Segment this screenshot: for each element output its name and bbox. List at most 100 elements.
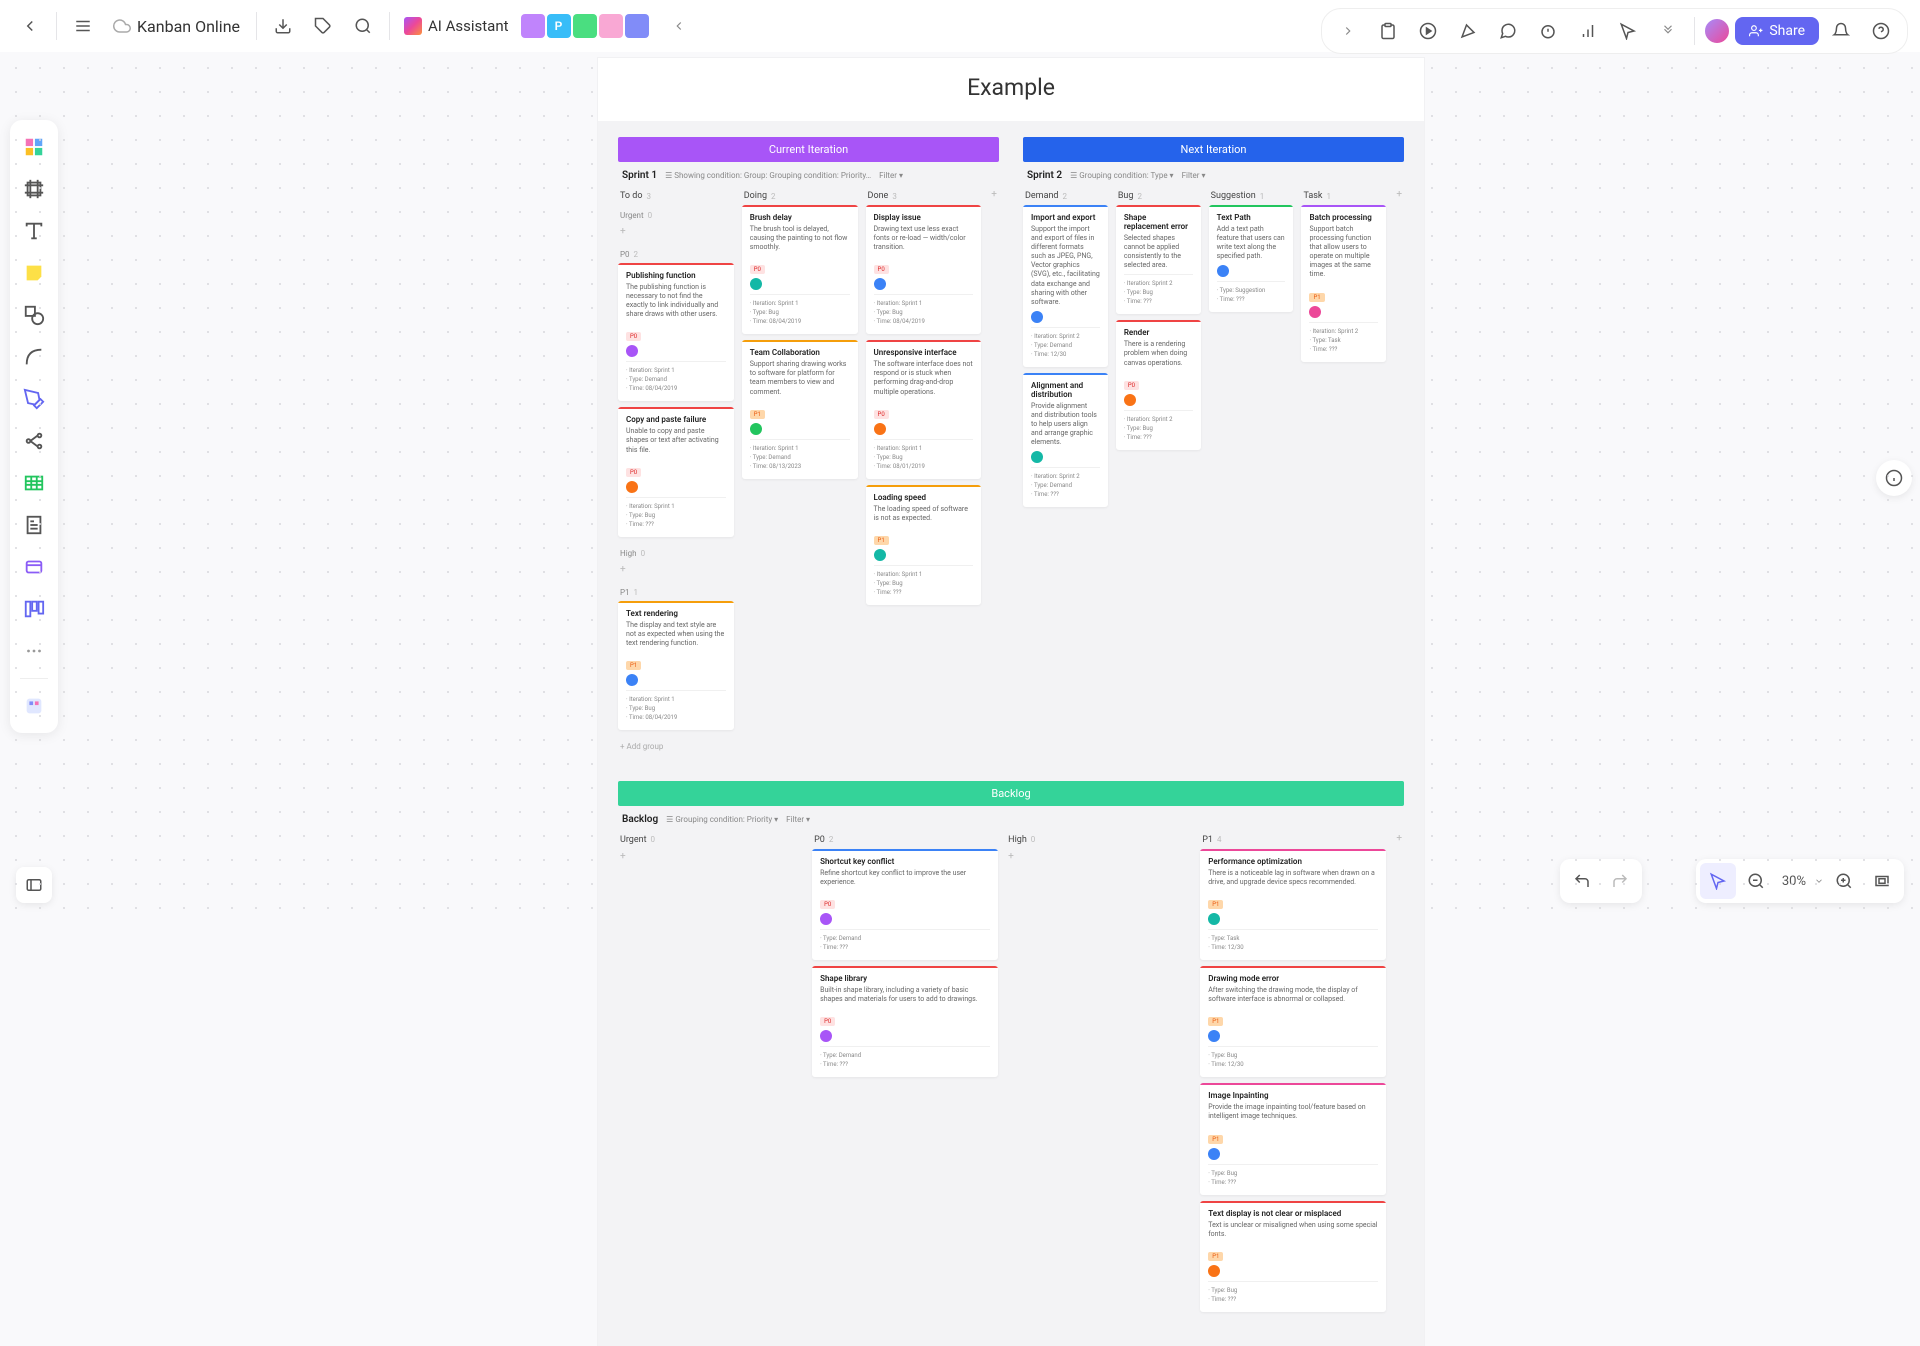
card-title: Text Path bbox=[1217, 213, 1286, 222]
help-button[interactable] bbox=[1863, 13, 1899, 49]
column-header[interactable]: Task 1 bbox=[1301, 187, 1386, 205]
kanban-card[interactable]: Batch processing Support batch processin… bbox=[1301, 205, 1386, 362]
priority-tag: P0 bbox=[874, 410, 889, 419]
kanban-card[interactable]: Publishing function The publishing funct… bbox=[618, 263, 734, 401]
group-label[interactable]: P0 2 bbox=[618, 244, 734, 263]
chart-button[interactable] bbox=[1570, 13, 1606, 49]
sprint-name: Backlog bbox=[622, 814, 658, 825]
add-column-button[interactable]: + bbox=[1394, 831, 1404, 1318]
column-header[interactable]: Doing 2 bbox=[742, 187, 858, 205]
kanban-card[interactable]: Text rendering The display and text styl… bbox=[618, 601, 734, 730]
kanban-card[interactable]: Shape library Built-in shape library, in… bbox=[812, 966, 998, 1077]
column-header[interactable]: To do 3 bbox=[618, 187, 734, 205]
celebrate-button[interactable] bbox=[1450, 13, 1486, 49]
kanban-card[interactable]: Loading speed The loading speed of softw… bbox=[866, 485, 982, 605]
filter-button[interactable]: Filter ▾ bbox=[1182, 171, 1206, 180]
kanban-card[interactable]: Brush delay The brush tool is delayed, c… bbox=[742, 205, 858, 334]
menu-button[interactable] bbox=[65, 8, 101, 44]
assignee-avatar bbox=[1208, 1265, 1220, 1277]
expand-right-button[interactable] bbox=[1330, 13, 1366, 49]
kanban-card[interactable]: Render There is a rendering problem when… bbox=[1116, 320, 1201, 449]
kanban-card[interactable]: Team Collaboration Support sharing drawi… bbox=[742, 340, 858, 478]
doc-title[interactable]: Kanban Online bbox=[113, 17, 240, 36]
frame-example[interactable]: Example Current Iteration Sprint 1 ☰ Sho… bbox=[598, 58, 1424, 1346]
filter-button[interactable]: Filter ▾ bbox=[879, 171, 903, 180]
kanban-card[interactable]: Shortcut key conflict Refine shortcut ke… bbox=[812, 849, 998, 960]
iteration-header[interactable]: Next Iteration bbox=[1023, 137, 1404, 162]
column-header[interactable]: P1 4 bbox=[1200, 831, 1386, 849]
sprint-row: Sprint 1 ☰ Showing condition: Group: Gro… bbox=[618, 162, 999, 187]
timer-button[interactable] bbox=[1530, 13, 1566, 49]
group-label[interactable]: Urgent 0 bbox=[618, 205, 734, 224]
tag-button[interactable] bbox=[305, 8, 341, 44]
download-button[interactable] bbox=[265, 8, 301, 44]
user-chip[interactable] bbox=[521, 14, 545, 38]
search-button[interactable] bbox=[345, 8, 381, 44]
user-chip[interactable] bbox=[625, 14, 649, 38]
iteration-header[interactable]: Backlog bbox=[618, 781, 1404, 806]
kanban-card[interactable]: Image Inpainting Provide the image inpai… bbox=[1200, 1083, 1386, 1194]
notifications-button[interactable] bbox=[1823, 13, 1859, 49]
frame-title: Example bbox=[598, 58, 1424, 121]
ai-assistant-button[interactable]: AI Assistant bbox=[404, 17, 509, 35]
add-card-button[interactable]: + bbox=[618, 562, 734, 582]
share-button[interactable]: Share bbox=[1735, 17, 1819, 45]
kanban-card[interactable]: Drawing mode error After switching the d… bbox=[1200, 966, 1386, 1077]
kanban-card[interactable]: Alignment and distribution Provide align… bbox=[1023, 373, 1108, 507]
user-avatar[interactable] bbox=[1703, 17, 1731, 45]
kanban-card[interactable]: Performance optimization There is a noti… bbox=[1200, 849, 1386, 960]
add-column-button[interactable]: + bbox=[989, 187, 999, 736]
assignee-avatar bbox=[1208, 1148, 1220, 1160]
add-column-button[interactable]: + bbox=[1394, 187, 1404, 513]
sprint-meta[interactable]: ☰ Grouping condition: Priority ▾ bbox=[666, 815, 778, 824]
sprint-meta[interactable]: ☰ Showing condition: Group: Grouping con… bbox=[665, 171, 871, 180]
column-header[interactable]: P0 2 bbox=[812, 831, 998, 849]
sprint-meta[interactable]: ☰ Grouping condition: Type ▾ bbox=[1070, 171, 1174, 180]
assignee-avatar bbox=[1208, 1030, 1220, 1042]
filter-button[interactable]: Filter ▾ bbox=[786, 815, 810, 824]
more-chevron-button[interactable] bbox=[1650, 13, 1686, 49]
play-button[interactable] bbox=[1410, 13, 1446, 49]
user-chip[interactable]: P bbox=[547, 14, 571, 38]
kanban-card[interactable]: Text display is not clear or misplaced T… bbox=[1200, 1201, 1386, 1312]
card-desc: Text is unclear or misaligned when using… bbox=[1208, 1221, 1378, 1239]
add-group-button[interactable]: + Add group bbox=[618, 736, 999, 757]
column-header[interactable]: Suggestion 1 bbox=[1209, 187, 1294, 205]
assignee-avatar bbox=[874, 423, 886, 435]
user-chip[interactable] bbox=[599, 14, 623, 38]
priority-tag: P0 bbox=[820, 1017, 835, 1026]
assignee-avatar bbox=[874, 549, 886, 561]
column-header[interactable]: High 0 bbox=[1006, 831, 1192, 849]
group-label[interactable]: P1 1 bbox=[618, 582, 734, 601]
group-label[interactable]: High 0 bbox=[618, 543, 734, 562]
iteration-board: Current Iteration Sprint 1 ☰ Showing con… bbox=[618, 137, 999, 757]
cursor-tool-button[interactable] bbox=[1610, 13, 1646, 49]
card-title: Alignment and distribution bbox=[1031, 381, 1100, 399]
kanban-card[interactable]: Display issue Drawing text use less exac… bbox=[866, 205, 982, 334]
add-card-button[interactable]: + bbox=[618, 224, 734, 244]
kanban-card[interactable]: Copy and paste failure Unable to copy an… bbox=[618, 407, 734, 536]
priority-tag: P1 bbox=[1309, 293, 1324, 302]
card-meta: Iteration: Sprint 1Type: BugTime: 08/01/… bbox=[874, 439, 974, 471]
column-header[interactable]: Demand 2 bbox=[1023, 187, 1108, 205]
comment-button[interactable] bbox=[1490, 13, 1526, 49]
column-header[interactable]: Urgent 0 bbox=[618, 831, 804, 849]
column-header[interactable]: Done 3 bbox=[866, 187, 982, 205]
kanban-card[interactable]: Import and export Support the import and… bbox=[1023, 205, 1108, 367]
clipboard-button[interactable] bbox=[1370, 13, 1406, 49]
assignee-avatar bbox=[1031, 311, 1043, 323]
collapse-users-button[interactable] bbox=[661, 8, 697, 44]
kanban-card[interactable]: Unresponsive interface The software inte… bbox=[866, 340, 982, 478]
kanban-card[interactable]: Text Path Add a text path feature that u… bbox=[1209, 205, 1294, 312]
priority-tag: P1 bbox=[1208, 1017, 1223, 1026]
canvas[interactable]: Example Current Iteration Sprint 1 ☰ Sho… bbox=[0, 52, 1920, 919]
user-chip[interactable] bbox=[573, 14, 597, 38]
kanban-card[interactable]: Shape replacement error Selected shapes … bbox=[1116, 205, 1201, 314]
column-header[interactable]: Bug 2 bbox=[1116, 187, 1201, 205]
kanban-column: High 0 + bbox=[1006, 831, 1192, 1318]
add-card-button[interactable]: + bbox=[618, 849, 804, 869]
back-button[interactable] bbox=[12, 8, 48, 44]
iteration-header[interactable]: Current Iteration bbox=[618, 137, 999, 162]
add-card-button[interactable]: + bbox=[1006, 849, 1192, 869]
priority-tag: P0 bbox=[1124, 381, 1139, 390]
